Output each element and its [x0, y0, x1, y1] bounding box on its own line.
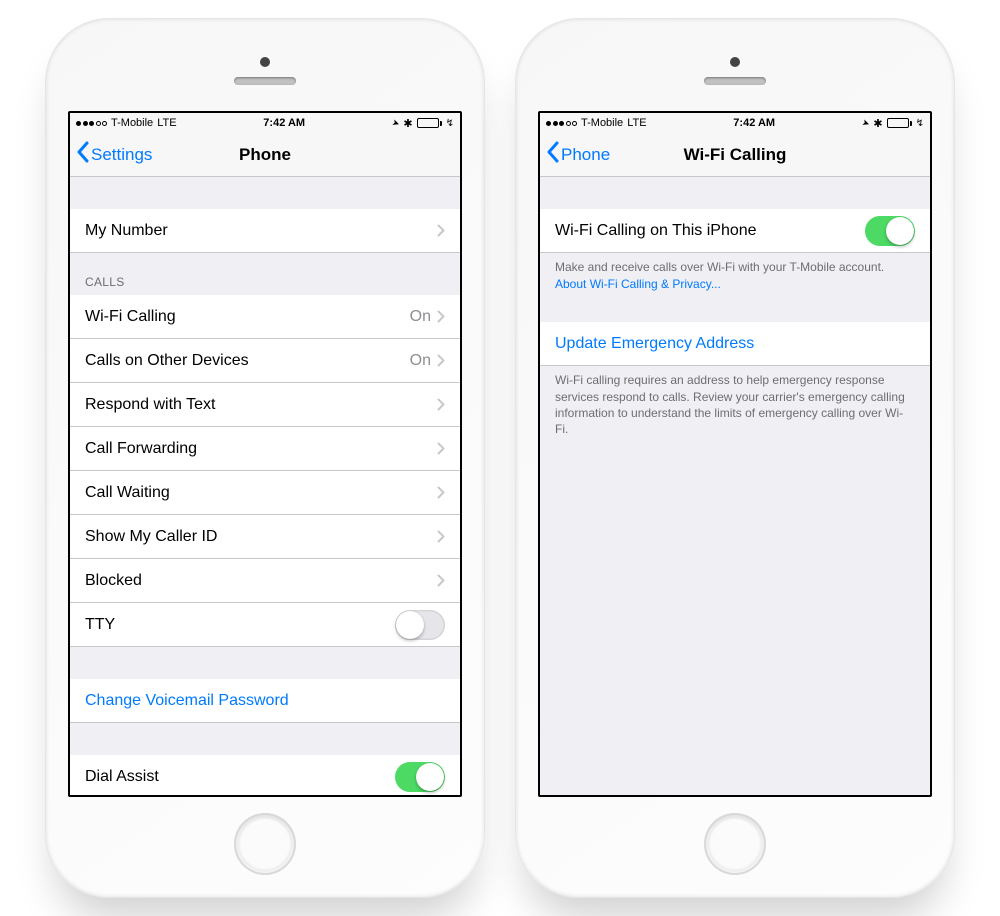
wifi-calling-toggle[interactable]: [865, 216, 915, 246]
row-dial-assist: Dial Assist: [70, 755, 460, 795]
carrier-label: T-Mobile: [581, 117, 623, 129]
row-wifi-calling-this-iphone: Wi-Fi Calling on This iPhone: [540, 209, 930, 253]
row-respond-with-text[interactable]: Respond with Text: [70, 383, 460, 427]
nav-back-button[interactable]: Phone: [540, 141, 616, 168]
screen-wifi-calling: T-Mobile LTE 7:42 AM ➤ ✱ ↯ Phone Wi-Fi: [538, 111, 932, 797]
status-time: 7:42 AM: [733, 117, 775, 129]
chevron-right-icon: [437, 398, 445, 411]
screen-phone-settings: T-Mobile LTE 7:42 AM ➤ ✱ ↯ Settings Pho: [68, 111, 462, 797]
carrier-label: T-Mobile: [111, 117, 153, 129]
settings-content: My Number CALLS Wi-Fi Calling On Calls o…: [70, 177, 460, 795]
row-tty: TTY: [70, 603, 460, 647]
wifi-calling-content: Wi-Fi Calling on This iPhone Make and re…: [540, 177, 930, 795]
home-button[interactable]: [704, 813, 766, 875]
nav-back-label: Settings: [91, 145, 152, 165]
row-wifi-calling[interactable]: Wi-Fi Calling On: [70, 295, 460, 339]
status-bar: T-Mobile LTE 7:42 AM ➤ ✱ ↯: [70, 113, 460, 133]
iphone-mockup-left: T-Mobile LTE 7:42 AM ➤ ✱ ↯ Settings Pho: [45, 18, 485, 898]
row-detail: On: [410, 308, 431, 326]
chevron-right-icon: [437, 530, 445, 543]
row-call-waiting[interactable]: Call Waiting: [70, 471, 460, 515]
row-call-forwarding[interactable]: Call Forwarding: [70, 427, 460, 471]
signal-dots-icon: [76, 121, 107, 126]
row-label: Dial Assist: [85, 768, 395, 786]
chevron-left-icon: [76, 141, 89, 168]
charging-icon: ↯: [916, 118, 924, 129]
phone-speaker: [704, 77, 766, 85]
row-my-number[interactable]: My Number: [70, 209, 460, 253]
nav-bar: Phone Wi-Fi Calling: [540, 133, 930, 177]
row-update-emergency-address[interactable]: Update Emergency Address: [540, 322, 930, 366]
tty-toggle[interactable]: [395, 610, 445, 640]
location-icon: ➤: [390, 117, 401, 130]
status-bar: T-Mobile LTE 7:42 AM ➤ ✱ ↯: [540, 113, 930, 133]
network-label: LTE: [627, 117, 646, 129]
emergency-footer: Wi-Fi calling requires an address to hel…: [540, 366, 930, 447]
battery-icon: [417, 118, 442, 128]
chevron-right-icon: [437, 442, 445, 455]
row-label: TTY: [85, 616, 395, 634]
about-wifi-calling-link[interactable]: About Wi-Fi Calling & Privacy...: [555, 276, 915, 292]
chevron-right-icon: [437, 310, 445, 323]
chevron-left-icon: [546, 141, 559, 168]
wifi-footer-text: Make and receive calls over Wi-Fi with y…: [555, 260, 884, 274]
nav-back-button[interactable]: Settings: [70, 141, 158, 168]
calls-section-header: CALLS: [70, 253, 460, 295]
nav-bar: Settings Phone: [70, 133, 460, 177]
row-label: Update Emergency Address: [555, 335, 915, 353]
row-label: Call Forwarding: [85, 440, 437, 458]
row-calls-other-devices[interactable]: Calls on Other Devices On: [70, 339, 460, 383]
home-button[interactable]: [234, 813, 296, 875]
row-label: Calls on Other Devices: [85, 352, 410, 370]
bluetooth-icon: ✱: [873, 117, 882, 130]
row-show-caller-id[interactable]: Show My Caller ID: [70, 515, 460, 559]
location-icon: ➤: [860, 117, 871, 130]
row-blocked[interactable]: Blocked: [70, 559, 460, 603]
chevron-right-icon: [437, 354, 445, 367]
network-label: LTE: [157, 117, 176, 129]
bluetooth-icon: ✱: [403, 117, 412, 130]
nav-back-label: Phone: [561, 145, 610, 165]
row-label: My Number: [85, 222, 437, 240]
row-detail: On: [410, 352, 431, 370]
dial-assist-toggle[interactable]: [395, 762, 445, 792]
row-label: Change Voicemail Password: [85, 692, 445, 710]
wifi-calling-footer: Make and receive calls over Wi-Fi with y…: [540, 253, 930, 302]
status-time: 7:42 AM: [263, 117, 305, 129]
phone-speaker: [234, 77, 296, 85]
chevron-right-icon: [437, 574, 445, 587]
chevron-right-icon: [437, 224, 445, 237]
charging-icon: ↯: [446, 118, 454, 129]
row-label: Wi-Fi Calling on This iPhone: [555, 222, 865, 240]
iphone-mockup-right: T-Mobile LTE 7:42 AM ➤ ✱ ↯ Phone Wi-Fi: [515, 18, 955, 898]
signal-dots-icon: [546, 121, 577, 126]
row-label: Show My Caller ID: [85, 528, 437, 546]
chevron-right-icon: [437, 486, 445, 499]
row-change-voicemail-password[interactable]: Change Voicemail Password: [70, 679, 460, 723]
row-label: Blocked: [85, 572, 437, 590]
battery-icon: [887, 118, 912, 128]
row-label: Respond with Text: [85, 396, 437, 414]
row-label: Call Waiting: [85, 484, 437, 502]
row-label: Wi-Fi Calling: [85, 308, 410, 326]
